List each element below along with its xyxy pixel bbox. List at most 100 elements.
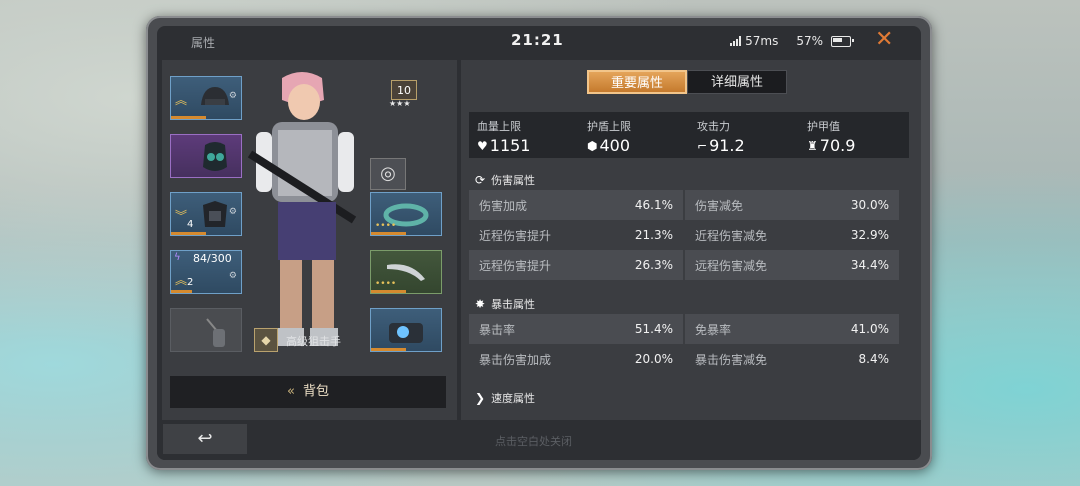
rank-icon: ︽ (175, 273, 188, 287)
gear-icon: ⚙ (228, 271, 237, 281)
attr-name: 免暴率 (695, 322, 732, 337)
speed-icon: ❯ (475, 391, 486, 405)
section-title: 速度属性 (491, 392, 536, 405)
stat-label: 护盾上限 (587, 120, 631, 133)
damage-icon: ⟳ (475, 173, 486, 187)
attr-name: 近程伤害减免 (695, 228, 768, 243)
double-chevron-left-icon: « (287, 384, 295, 399)
section-title: 暴击属性 (491, 298, 536, 311)
backpack-label: 背包 (302, 384, 329, 399)
close-hint: 点击空白处关闭 (495, 435, 572, 448)
ring-icon: ◎ (380, 163, 396, 184)
weapon-slot[interactable]: ϟ 84/300 ︽ 2 ⚙ (170, 250, 242, 294)
bottom-bar: ↩ 点击空白处关闭 (157, 424, 921, 460)
rank-icon: •••• (375, 221, 397, 231)
star-rating: ★★★ (389, 99, 411, 108)
attr-name: 远程伤害减免 (695, 258, 768, 273)
table-row: 近程伤害提升 21.3% 近程伤害减免 32.9% (469, 220, 899, 250)
tab-key-attributes[interactable]: 重要属性 (587, 70, 687, 94)
stat-value: 70.9 (819, 136, 856, 155)
device-slot[interactable] (370, 308, 442, 352)
durability-bar (371, 290, 406, 293)
backpack-button[interactable]: « 背包 (170, 376, 446, 408)
weapon-count: 2 (187, 277, 194, 288)
mask-icon (203, 142, 227, 171)
attributes-window: 属性 21:21 57ms 57% ✕ ︽ ⚙ ︾ 4 ⚙ ϟ 84/300 ︽… (157, 26, 921, 460)
main-stats: 血量上限 ♥ 1151 护盾上限 ⬢ 400 攻击力 ⌐ 91.2 护甲值 ♜ 70.9 (469, 112, 909, 158)
attr-value: 34.4% (850, 258, 889, 272)
equipment-panel: ︽ ⚙ ︾ 4 ⚙ ϟ 84/300 ︽ 2 ⚙ 10 ★★★ ◎ •••• •… (162, 60, 457, 420)
gadget-icon (389, 323, 423, 343)
attr-name: 伤害减免 (695, 198, 744, 213)
level-number: 10 (391, 80, 417, 100)
lightning-icon: ϟ (174, 252, 181, 263)
attr-value: 41.0% (850, 322, 889, 336)
durability-bar (371, 348, 406, 351)
shield-icon: ⬢ (587, 138, 598, 153)
heart-icon: ♥ (477, 138, 488, 153)
stat-hp: 血量上限 ♥ 1151 (469, 112, 579, 158)
status-indicators: 57ms 57% (730, 34, 854, 48)
attr-name: 暴击伤害减免 (695, 352, 768, 367)
attr-name: 伤害加成 (479, 198, 528, 213)
accessory-slot[interactable] (170, 308, 242, 352)
table-row: 远程伤害提升 26.3% 远程伤害减免 34.4% (469, 250, 899, 280)
durability-bar (171, 116, 206, 119)
armor-count: 4 (187, 219, 194, 230)
helmet-slot[interactable]: ︽ ⚙ (170, 76, 242, 120)
attr-name: 暴击率 (479, 322, 516, 337)
armor-icon: ♜ (807, 138, 818, 153)
signal-icon (730, 36, 742, 46)
role-label: 高级狙击手 (286, 335, 341, 348)
top-bar: 属性 21:21 57ms 57% ✕ (157, 26, 921, 56)
rank-icon: ︾ (175, 209, 188, 223)
attributes-panel: 重要属性 详细属性 血量上限 ♥ 1151 护盾上限 ⬢ 400 攻击力 ⌐ 91.2… (461, 60, 921, 420)
close-icon[interactable]: ✕ (875, 27, 893, 53)
durability-bar (171, 290, 192, 293)
durability-bar (171, 232, 206, 235)
table-row: 暴击伤害加成 20.0% 暴击伤害减免 8.4% (469, 344, 899, 374)
stat-value: 400 (599, 136, 631, 155)
table-row: 暴击率 51.4% 免暴率 41.0% (469, 314, 899, 344)
back-button[interactable]: ↩ (163, 424, 247, 454)
battery-icon (831, 35, 854, 47)
section-crit: ✸ 暴击属性 (475, 296, 535, 312)
stat-armor: 护甲值 ♜ 70.9 (799, 112, 909, 158)
level-badge: 10 ★★★ (389, 80, 420, 116)
stat-label: 血量上限 (477, 120, 521, 133)
attr-value: 30.0% (850, 198, 889, 212)
stat-value: 1151 (489, 136, 531, 155)
attr-value: 32.9% (850, 228, 889, 242)
bracelet-slot[interactable]: •••• (370, 192, 442, 236)
rank-icon: ︽ (175, 93, 188, 107)
attr-value: 20.0% (634, 352, 673, 366)
clock: 21:21 (511, 31, 564, 49)
durability-bar (371, 232, 406, 235)
section-damage: ⟳ 伤害属性 (475, 172, 535, 188)
stat-shield: 护盾上限 ⬢ 400 (579, 112, 689, 158)
gun-icon: ⌐ (697, 138, 708, 153)
battery-value: 57% (796, 34, 823, 48)
attr-name: 近程伤害提升 (479, 228, 552, 243)
section-title: 伤害属性 (491, 174, 536, 187)
ammo-count: 84/300 (193, 252, 232, 265)
blade-slot[interactable]: •••• (370, 250, 442, 294)
mask-slot[interactable] (170, 134, 242, 178)
armor-slot[interactable]: ︾ 4 ⚙ (170, 192, 242, 236)
stat-value: 91.2 (709, 136, 745, 155)
character-model (247, 72, 357, 346)
rank-icon: •••• (375, 279, 397, 289)
attr-value: 46.1% (634, 198, 673, 212)
role-badge-icon: ◆ (254, 328, 278, 352)
ping-value: 57ms (745, 34, 779, 48)
tab-detailed-attributes[interactable]: 详细属性 (687, 70, 787, 94)
table-row: 伤害加成 46.1% 伤害减免 30.0% (469, 190, 899, 220)
ring-slot[interactable]: ◎ (370, 158, 406, 190)
attr-value: 26.3% (634, 258, 673, 272)
attr-name: 暴击伤害加成 (479, 352, 552, 367)
stat-label: 护甲值 (807, 120, 840, 133)
gear-icon: ⚙ (228, 207, 237, 217)
stat-attack: 攻击力 ⌐ 91.2 (689, 112, 799, 158)
window-title: 属性 (191, 36, 216, 50)
attr-value: 21.3% (634, 228, 673, 242)
